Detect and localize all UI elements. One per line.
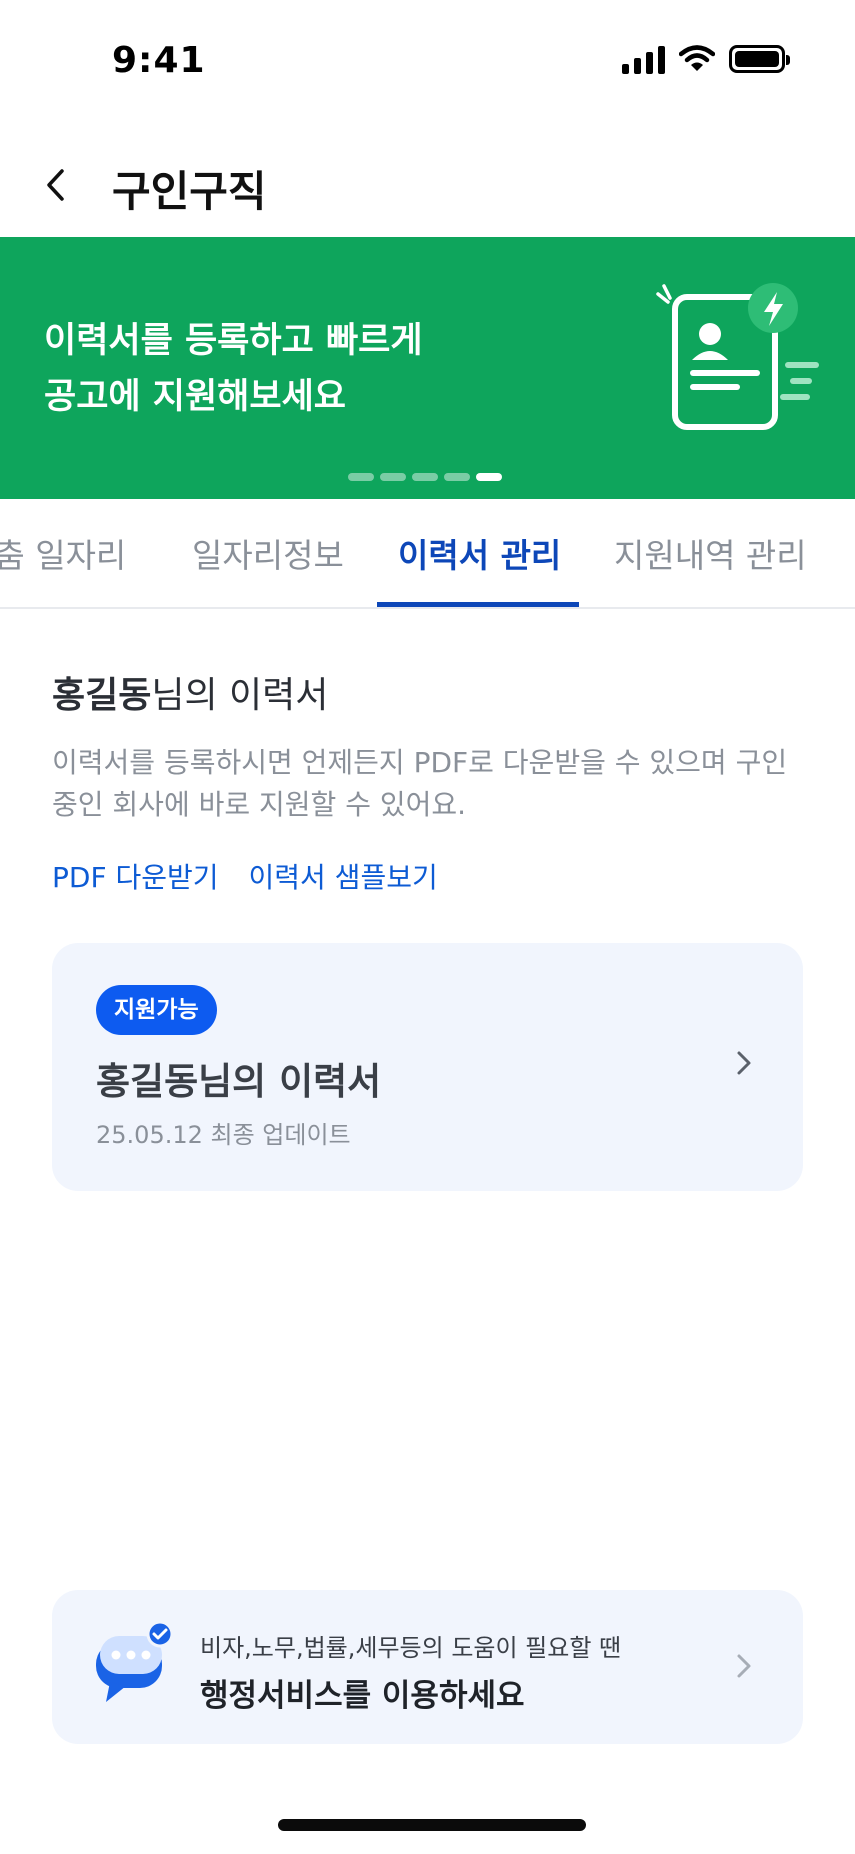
resume-description: 이력서를 등록하시면 언제든지 PDF로 다운받을 수 있으며 구인중인 회사에…	[52, 746, 788, 821]
banner-pagination	[348, 473, 502, 481]
resume-links: PDF 다운받기 이력서 샘플보기	[52, 856, 438, 896]
banner-line-2: 공고에 지원해보세요	[44, 377, 346, 417]
status-badge: 지원가능	[96, 985, 217, 1035]
pagination-dot[interactable]	[348, 473, 374, 481]
battery-icon	[729, 45, 790, 73]
admin-service-card[interactable]: 비자,노무,법률,세무등의 도움이 필요할 땐 행정서비스를 이용하세요	[52, 1590, 803, 1744]
tab-bar: 맞춤 일자리 일자리정보 이력서 관리 지원내역 관리	[0, 499, 855, 609]
service-cta-text: 행정서비스를 이용하세요	[200, 1678, 525, 1714]
heading-suffix: 님의 이력서	[151, 675, 329, 716]
resume-sample-link[interactable]: 이력서 샘플보기	[249, 856, 438, 896]
tab-job-info[interactable]: 일자리정보	[192, 529, 344, 577]
banner-text: 이력서를 등록하고 빠르게 공고에 지원해보세요	[44, 313, 423, 425]
chat-bubble-verified-icon	[96, 1620, 174, 1702]
tab-custom-jobs[interactable]: 맞춤 일자리	[0, 529, 126, 577]
resume-updated-date: 25.05.12 최종 업데이트	[96, 1121, 351, 1149]
resume-document-illustration-icon	[656, 283, 819, 430]
pagination-dot[interactable]	[412, 473, 438, 481]
home-indicator	[278, 1819, 586, 1831]
status-time: 9:41	[112, 40, 206, 81]
pagination-dot[interactable]	[444, 473, 470, 481]
status-bar: 9:41	[0, 0, 855, 120]
resume-section-heading: 홍길동님의 이력서	[52, 666, 328, 718]
back-button[interactable]	[30, 160, 80, 210]
cellular-signal-icon	[622, 44, 665, 74]
chevron-right-icon	[737, 1051, 751, 1075]
tab-resume-management[interactable]: 이력서 관리	[398, 529, 561, 577]
wifi-icon	[679, 45, 715, 71]
status-icons	[622, 44, 790, 74]
user-name: 홍길동	[52, 675, 152, 716]
tab-application-history[interactable]: 지원내역 관리	[614, 529, 807, 577]
pagination-dot-active[interactable]	[476, 473, 502, 481]
resume-card[interactable]: 지원가능 홍길동님의 이력서 25.05.12 최종 업데이트	[52, 943, 803, 1191]
resume-card-title: 홍길동님의 이력서	[96, 1060, 382, 1103]
service-help-text: 비자,노무,법률,세무등의 도움이 필요할 땐	[200, 1634, 622, 1662]
promo-banner[interactable]: 이력서를 등록하고 빠르게 공고에 지원해보세요	[0, 237, 855, 499]
pdf-download-link[interactable]: PDF 다운받기	[52, 856, 219, 896]
page-title: 구인구직	[112, 167, 267, 216]
banner-line-1: 이력서를 등록하고 빠르게	[44, 321, 423, 361]
pagination-dot[interactable]	[380, 473, 406, 481]
chevron-left-icon	[47, 169, 64, 201]
top-app-bar: 구인구직	[0, 140, 855, 230]
chevron-right-icon	[737, 1654, 751, 1678]
active-tab-indicator	[377, 602, 579, 607]
